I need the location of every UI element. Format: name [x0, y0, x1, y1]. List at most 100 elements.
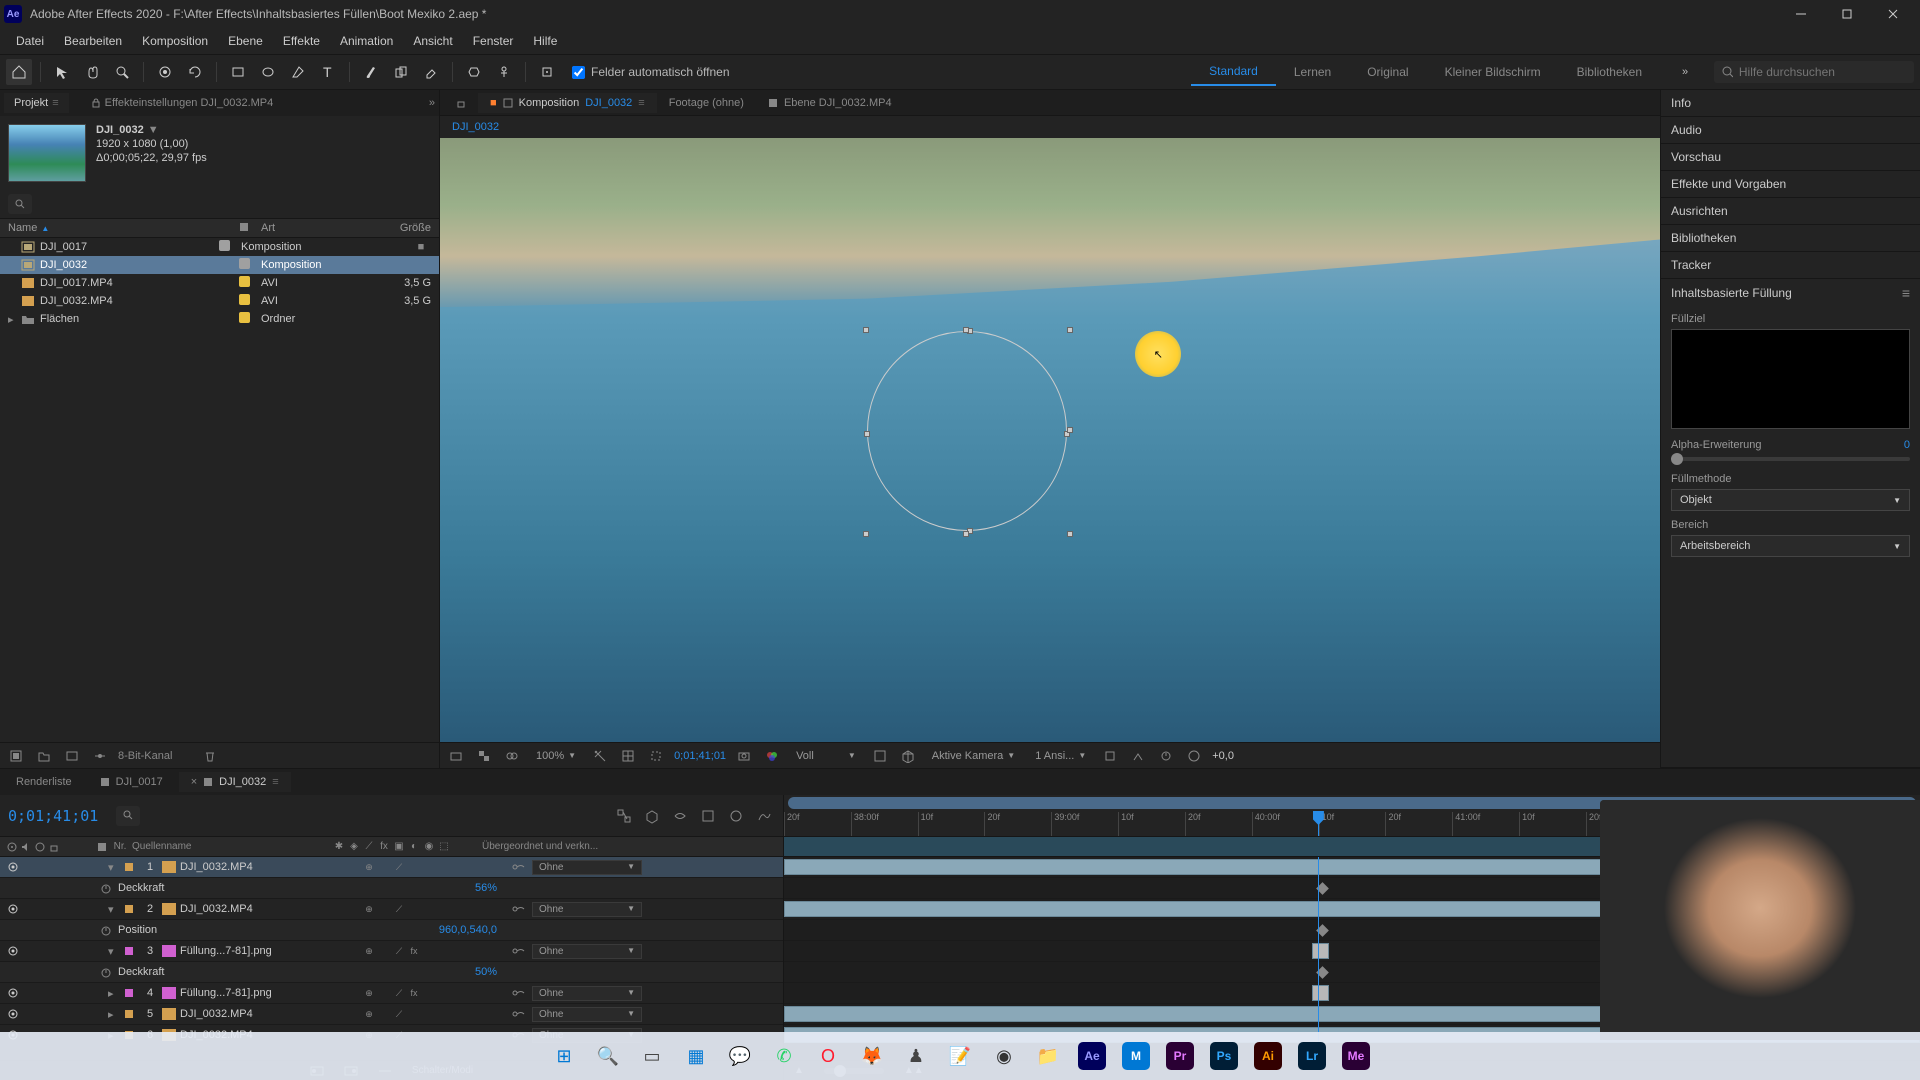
property-value[interactable]: 960,0,540,0 — [439, 924, 497, 936]
property-row[interactable]: Position960,0,540,0 — [0, 920, 783, 941]
mask-shape[interactable] — [867, 331, 1067, 531]
tab-composition[interactable]: ■ Komposition DJI_0032 ≡ — [478, 93, 657, 113]
fill-method-select[interactable]: Objekt▼ — [1671, 489, 1910, 511]
project-item[interactable]: DJI_0017Komposition■ — [0, 238, 439, 256]
item-tag[interactable] — [239, 312, 250, 323]
stopwatch-icon[interactable] — [100, 966, 112, 978]
panel-tracker[interactable]: Tracker — [1661, 252, 1920, 278]
twirl-icon[interactable]: ▸ — [108, 987, 120, 1000]
layer-row[interactable]: ▸4Füllung...7-81].png⊕⟋fxOhne▼ — [0, 983, 783, 1004]
eraser-tool[interactable] — [418, 59, 444, 85]
solo-col-icon[interactable] — [34, 841, 46, 853]
parent-select[interactable]: Ohne▼ — [532, 986, 642, 1001]
panel-menu-icon[interactable]: ≡ — [1902, 285, 1910, 301]
panel-libraries[interactable]: Bibliotheken — [1661, 225, 1920, 251]
pickwhip-icon[interactable] — [512, 1009, 526, 1019]
resolution-combo[interactable]: Voll ▼ — [790, 748, 862, 764]
tab-timeline-0032[interactable]: × DJI_0032 ≡ — [179, 772, 291, 792]
panel-info[interactable]: Info — [1661, 90, 1920, 116]
ellipse-tool[interactable] — [255, 59, 281, 85]
layer-row[interactable]: ▸5DJI_0032.MP4⊕⟋Ohne▼ — [0, 1004, 783, 1025]
flow-icon[interactable]: ■ — [411, 241, 431, 253]
panel-audio[interactable]: Audio — [1661, 117, 1920, 143]
alpha-expansion-slider[interactable] — [1671, 457, 1910, 461]
taskbar-lightroom[interactable]: Lr — [1292, 1036, 1332, 1076]
panel-preview[interactable]: Vorschau — [1661, 144, 1920, 170]
fast-preview-button[interactable] — [870, 746, 890, 766]
workspace-standard[interactable]: Standard — [1191, 58, 1276, 86]
pickwhip-icon[interactable] — [512, 904, 526, 914]
item-tag[interactable] — [239, 294, 250, 305]
menu-datei[interactable]: Datei — [6, 30, 54, 52]
auto-open-checkbox[interactable]: Felder automatisch öffnen — [572, 65, 730, 79]
item-tag[interactable] — [239, 276, 250, 287]
alpha-expansion-value[interactable]: 0 — [1904, 439, 1910, 451]
stopwatch-icon[interactable] — [100, 924, 112, 936]
comp-breadcrumb[interactable]: DJI_0032 — [440, 116, 1660, 138]
tag-icon[interactable] — [239, 222, 249, 232]
tab-layer[interactable]: Ebene DJI_0032.MP4 — [756, 93, 904, 113]
comp-mini-flowchart[interactable] — [613, 805, 635, 827]
label-col-icon[interactable] — [96, 841, 108, 853]
tab-timeline-0017[interactable]: DJI_0017 — [88, 772, 175, 792]
visibility-toggle[interactable] — [6, 860, 20, 874]
taskbar-illustrator[interactable]: Ai — [1248, 1036, 1288, 1076]
property-row[interactable]: Deckkraft50% — [0, 962, 783, 983]
close-button[interactable] — [1870, 0, 1916, 28]
parent-select[interactable]: Ohne▼ — [532, 944, 642, 959]
render-button[interactable] — [1184, 746, 1204, 766]
roi-button[interactable] — [646, 746, 666, 766]
taskbar-app-m[interactable]: M — [1116, 1036, 1156, 1076]
workspace-overflow[interactable]: » — [1672, 59, 1698, 85]
range-select[interactable]: Arbeitsbereich▼ — [1671, 535, 1910, 557]
motion-blur-button[interactable] — [725, 805, 747, 827]
menu-komposition[interactable]: Komposition — [132, 30, 218, 52]
taskbar-start[interactable]: ⊞ — [544, 1036, 584, 1076]
text-tool[interactable]: T — [315, 59, 341, 85]
frame-blend-button[interactable] — [697, 805, 719, 827]
parent-select[interactable]: Ohne▼ — [532, 860, 642, 875]
layer-row[interactable]: ▾1DJI_0032.MP4⊕⟋Ohne▼ — [0, 857, 783, 878]
twirl-icon[interactable]: ▾ — [108, 861, 120, 874]
rect-tool[interactable] — [225, 59, 251, 85]
taskbar-notes[interactable]: 📝 — [940, 1036, 980, 1076]
hide-shy-button[interactable] — [669, 805, 691, 827]
transparency-grid-button[interactable] — [474, 746, 494, 766]
viewer-timecode[interactable]: 0;01;41;01 — [674, 750, 726, 762]
tab-project[interactable]: Projekt ≡ — [4, 93, 69, 113]
exposure-value[interactable]: +0,0 — [1212, 750, 1234, 762]
comp-tab-lock[interactable] — [444, 94, 478, 112]
snapshot-button[interactable] — [734, 746, 754, 766]
rotate-tool[interactable] — [182, 59, 208, 85]
new-folder-button[interactable] — [34, 746, 54, 766]
mask-toggle-button[interactable] — [502, 746, 522, 766]
twirl-icon[interactable]: ▸ — [108, 1008, 120, 1021]
tab-footage[interactable]: Footage (ohne) — [657, 93, 756, 113]
fast-draft-button[interactable] — [1128, 746, 1148, 766]
puppet-tool[interactable] — [491, 59, 517, 85]
project-item[interactable]: ▸FlächenOrdner — [0, 310, 439, 328]
workspace-lernen[interactable]: Lernen — [1276, 59, 1349, 85]
taskbar-chat[interactable]: 💬 — [720, 1036, 760, 1076]
taskbar-obs[interactable]: ◉ — [984, 1036, 1024, 1076]
channel-button[interactable] — [762, 746, 782, 766]
zoom-combo[interactable]: 100% ▼ — [530, 748, 582, 764]
audio-col-icon[interactable] — [20, 841, 32, 853]
pen-tool[interactable] — [285, 59, 311, 85]
taskbar-explorer[interactable]: 📁 — [1028, 1036, 1068, 1076]
menu-hilfe[interactable]: Hilfe — [523, 30, 567, 52]
minimize-button[interactable] — [1778, 0, 1824, 28]
timeline-search[interactable] — [116, 806, 140, 826]
tab-effect-controls[interactable]: Effekteinstellungen DJI_0032.MP4 — [81, 93, 284, 113]
item-tag[interactable] — [239, 258, 250, 269]
clone-tool[interactable] — [388, 59, 414, 85]
project-item[interactable]: DJI_0032Komposition — [0, 256, 439, 274]
playhead[interactable] — [1318, 811, 1319, 836]
pixel-aspect-button[interactable] — [1100, 746, 1120, 766]
graph-editor-button[interactable] — [753, 805, 775, 827]
layer-clip[interactable] — [1312, 985, 1329, 1001]
snap-tool[interactable] — [534, 59, 560, 85]
camera-combo[interactable]: Aktive Kamera ▼ — [926, 748, 1021, 764]
orbit-tool[interactable] — [152, 59, 178, 85]
always-preview-button[interactable] — [446, 746, 466, 766]
